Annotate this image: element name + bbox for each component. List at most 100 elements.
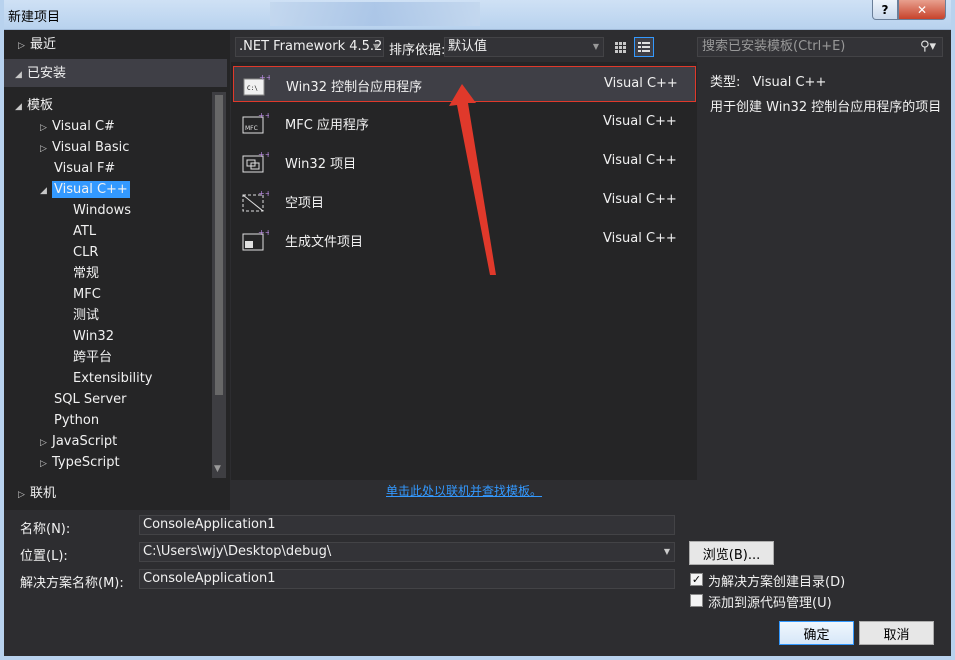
chevron-down-icon: ▼ [372, 42, 379, 51]
search-input[interactable]: 搜索已安装模板(Ctrl+E) ⚲▾ [697, 37, 943, 57]
chevron-down-icon[interactable]: ▼ [664, 543, 670, 561]
template-description: 用于创建 Win32 控制台应用程序的项目 [710, 100, 942, 115]
tree-item-label: 模板 [27, 98, 54, 113]
svg-text:C:\: C:\ [247, 85, 258, 92]
collapse-arrow-icon: ◢ [15, 70, 22, 80]
svg-text:++: ++ [258, 228, 269, 237]
tree-item-sql-server[interactable]: SQL Server [54, 389, 127, 410]
tree-item-label: TypeScript [52, 455, 120, 470]
solution-name-field[interactable]: ConsoleApplication1 [139, 569, 675, 589]
tree-item-win32[interactable]: Win32 [73, 326, 114, 347]
svg-text:++: ++ [259, 73, 270, 82]
scroll-down-arrow-icon[interactable]: ▼ [214, 464, 221, 474]
tree-item-visual-fsharp[interactable]: Visual F# [54, 158, 115, 179]
template-item-mfc[interactable]: MFC ++ MFC 应用程序 Visual C++ [233, 105, 696, 141]
tree-item-mfc[interactable]: MFC [73, 284, 101, 305]
solution-name-value: ConsoleApplication1 [143, 571, 276, 586]
tree-item-label: Visual Basic [52, 140, 130, 155]
help-button[interactable]: ? [872, 0, 898, 20]
sort-dropdown[interactable]: 默认值 ▼ [444, 37, 604, 57]
tree-item-test[interactable]: 测试 [73, 305, 99, 326]
tree-item-label: Visual C# [52, 119, 115, 134]
collapse-arrow-icon: ◢ [40, 186, 47, 196]
tree-item-recent[interactable]: ▷ 最近 [18, 34, 56, 55]
tree-item-windows[interactable]: Windows [73, 200, 131, 221]
blurred-background-region [270, 2, 480, 26]
create-directory-checkbox[interactable]: ✓ [690, 573, 703, 586]
template-name: Win32 控制台应用程序 [286, 80, 423, 95]
template-item-empty-project[interactable]: ++ 空项目 Visual C++ [233, 183, 696, 219]
tree-item-typescript[interactable]: ▷ TypeScript [40, 452, 120, 473]
search-icon[interactable]: ⚲▾ [920, 38, 936, 56]
template-language: Visual C++ [603, 153, 677, 168]
ok-button[interactable]: 确定 [779, 621, 854, 645]
tree-item-label: 最近 [30, 37, 57, 52]
source-control-label[interactable]: 添加到源代码管理(U) [708, 592, 832, 611]
expand-arrow-icon: ▷ [40, 123, 47, 133]
cancel-button[interactable]: 取消 [859, 621, 934, 645]
framework-dropdown[interactable]: .NET Framework 4.5.2 ▼ [235, 37, 384, 57]
template-language: Visual C++ [603, 192, 677, 207]
svg-text:MFC: MFC [245, 125, 258, 132]
title-bar: 新建项目 ? ✕ [0, 0, 955, 30]
expand-arrow-icon: ▷ [40, 144, 47, 154]
tree-item-visual-cpp[interactable]: ◢ Visual C++ [40, 179, 130, 200]
tree-scrollbar[interactable]: ▼ [212, 92, 226, 478]
mfc-app-icon: MFC ++ [242, 111, 269, 134]
tree-item-clr[interactable]: CLR [73, 242, 98, 263]
template-name: 生成文件项目 [285, 235, 364, 250]
search-placeholder: 搜索已安装模板(Ctrl+E) [702, 39, 846, 54]
browse-button[interactable]: 浏览(B)... [689, 541, 774, 565]
tree-item-label: JavaScript [52, 434, 118, 449]
tree-item-label: Visual F# [54, 161, 116, 176]
scrollbar-thumb[interactable] [215, 95, 223, 395]
tree-item-installed[interactable]: ◢ 已安装 [15, 63, 66, 84]
svg-text:++: ++ [258, 189, 269, 198]
expand-arrow-icon: ▷ [18, 490, 25, 500]
template-language: Visual C++ [604, 76, 678, 91]
type-value: Visual C++ [752, 75, 827, 90]
window-title: 新建项目 [8, 10, 61, 25]
tree-item-templates[interactable]: ◢ 模板 [15, 95, 53, 116]
expand-arrow-icon: ▷ [18, 41, 25, 51]
tree-item-visual-csharp[interactable]: ▷ Visual C# [40, 116, 115, 137]
list-view-button[interactable] [634, 37, 654, 57]
tree-item-cross-platform[interactable]: 跨平台 [73, 347, 112, 368]
tree-item-javascript[interactable]: ▷ JavaScript [40, 431, 117, 452]
template-item-win32-console[interactable]: C:\ ++ Win32 控制台应用程序 Visual C++ [233, 66, 696, 102]
template-name: Win32 项目 [285, 157, 357, 172]
tree-item-python[interactable]: Python [54, 410, 99, 431]
expand-arrow-icon: ▷ [40, 438, 47, 448]
template-type: 类型: Visual C++ [710, 71, 826, 90]
win32-project-icon: ++ [242, 150, 269, 173]
chevron-down-icon: ▼ [592, 42, 599, 51]
small-icons-view-button[interactable] [610, 37, 630, 57]
template-item-win32-project[interactable]: ++ Win32 项目 Visual C++ [233, 144, 696, 180]
create-directory-label[interactable]: 为解决方案创建目录(D) [708, 571, 845, 590]
tree-item-general[interactable]: 常规 [73, 263, 99, 284]
empty-project-icon: ++ [242, 189, 269, 212]
project-name-value: ConsoleApplication1 [143, 517, 276, 532]
console-app-icon: C:\ ++ [243, 73, 270, 96]
svg-text:++: ++ [258, 111, 269, 120]
project-name-field[interactable]: ConsoleApplication1 [139, 515, 675, 535]
tree-item-extensibility[interactable]: Extensibility [73, 368, 153, 389]
template-language: Visual C++ [603, 231, 677, 246]
location-combobox[interactable]: C:\Users\wjy\Desktop\debug\ ▼ [139, 542, 675, 562]
close-button[interactable]: ✕ [898, 0, 946, 20]
template-item-makefile-project[interactable]: ++ 生成文件项目 Visual C++ [233, 222, 696, 258]
template-name: 空项目 [285, 196, 325, 211]
solution-name-label: 解决方案名称(M): [20, 576, 124, 591]
tree-item-atl[interactable]: ATL [73, 221, 96, 242]
grid-icon [615, 42, 626, 53]
name-label: 名称(N): [20, 522, 71, 537]
source-control-checkbox[interactable] [690, 594, 703, 607]
tree-item-visual-basic[interactable]: ▷ Visual Basic [40, 137, 129, 158]
tree-item-online[interactable]: ▷ 联机 [18, 483, 56, 504]
tree-item-label: Visual C++ [52, 181, 130, 198]
find-online-templates-link[interactable]: 单击此处以联机并查找模板。 [386, 482, 542, 499]
makefile-project-icon: ++ [242, 228, 269, 251]
template-language: Visual C++ [603, 114, 677, 129]
location-value: C:\Users\wjy\Desktop\debug\ [143, 544, 332, 559]
framework-value: .NET Framework 4.5.2 [239, 39, 383, 54]
